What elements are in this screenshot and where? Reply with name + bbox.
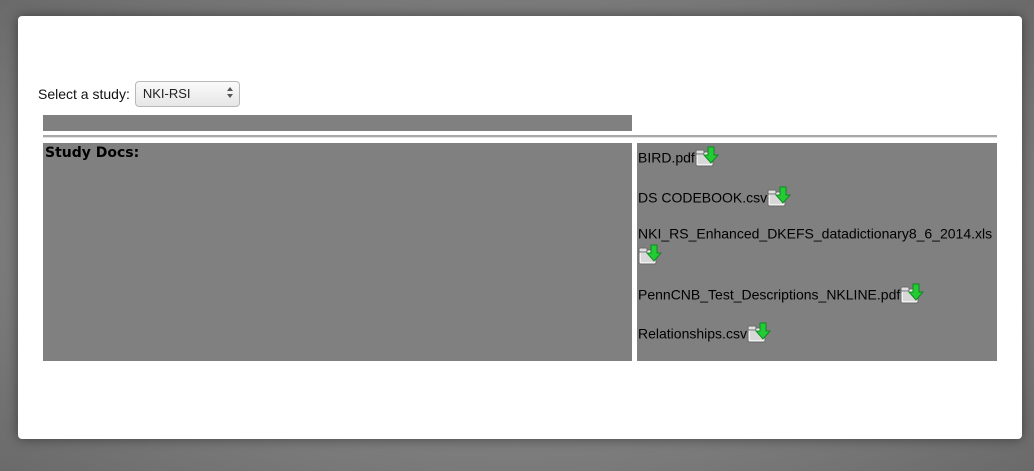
doc-link[interactable]: BIRD.pdf: [638, 149, 695, 165]
doc-item-penncnb: PennCNB_Test_Descriptions_NKLINE.pdf: [638, 283, 925, 305]
study-select-row: Select a study: NKI-RSI: [38, 81, 240, 107]
doc-item-dkefs-dictionary: NKI_RS_Enhanced_DKEFS_datadictionary8_6_…: [638, 222, 998, 266]
study-select-label: Select a study:: [38, 86, 130, 102]
study-select-value: NKI-RSI: [142, 86, 191, 101]
doc-link[interactable]: DS CODEBOOK.csv: [638, 189, 767, 205]
doc-item-relationships: Relationships.csv: [638, 322, 771, 344]
study-docs-list: BIRD.pdf DS CODEBOOK.csv NKI_RS_Enhanced…: [637, 143, 997, 361]
download-icon[interactable]: [638, 244, 662, 266]
divider: [43, 135, 997, 138]
download-icon[interactable]: [747, 322, 771, 344]
doc-link[interactable]: PennCNB_Test_Descriptions_NKLINE.pdf: [638, 286, 900, 302]
doc-link[interactable]: NKI_RS_Enhanced_DKEFS_datadictionary8_6_…: [638, 225, 992, 241]
select-arrows-icon: [226, 87, 233, 101]
header-bar: [43, 115, 632, 131]
doc-link[interactable]: Relationships.csv: [638, 325, 747, 341]
download-icon[interactable]: [695, 146, 719, 168]
doc-item-ds-codebook: DS CODEBOOK.csv: [638, 186, 792, 208]
study-select-dropdown[interactable]: NKI-RSI: [134, 81, 240, 107]
study-docs-heading: Study Docs:: [45, 145, 140, 161]
doc-item-bird: BIRD.pdf: [638, 146, 719, 168]
study-docs-label-cell: Study Docs:: [43, 143, 632, 361]
download-icon[interactable]: [767, 186, 792, 208]
study-dialog: Select a study: NKI-RSI Study Docs: BIRD…: [18, 16, 1022, 439]
download-icon[interactable]: [900, 283, 925, 305]
